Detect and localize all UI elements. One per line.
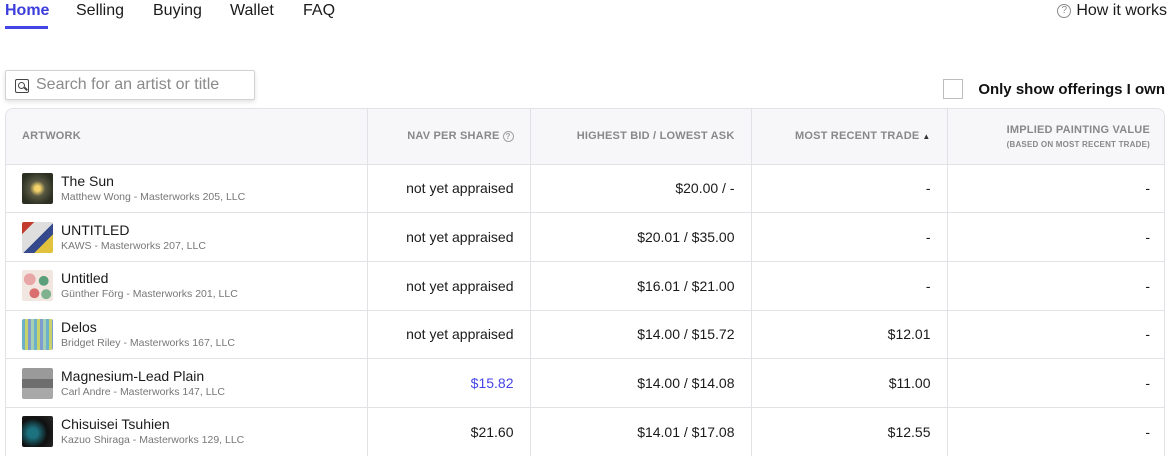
- column-header-nav-per-share[interactable]: NAV PER SHARE?: [367, 109, 531, 165]
- nav-per-share-cell: not yet appraised: [367, 164, 531, 214]
- bid-ask-cell: $20.00 / -: [530, 164, 752, 214]
- implied-value-cell: -: [947, 407, 1164, 456]
- search-icon: [15, 79, 29, 93]
- table-row[interactable]: Untitled Günther Förg - Masterworks 201,…: [6, 261, 1164, 311]
- table-row[interactable]: The Sun Matthew Wong - Masterworks 205, …: [6, 164, 1164, 214]
- artwork-title[interactable]: UNTITLED: [61, 222, 206, 239]
- only-show-owned-filter[interactable]: Only show offerings I own: [943, 79, 1165, 99]
- artwork-artist: Matthew Wong - Masterworks 205, LLC: [61, 190, 246, 203]
- artwork-title[interactable]: Untitled: [61, 270, 238, 287]
- nav-per-share-cell: not yet appraised: [367, 261, 531, 311]
- artwork-title[interactable]: The Sun: [61, 173, 245, 190]
- table-row[interactable]: Chisuisei Tsuhien Kazuo Shiraga - Master…: [6, 407, 1164, 456]
- search-box: [5, 70, 255, 100]
- column-header-bid-ask[interactable]: HIGHEST BID / LOWEST ASK: [530, 109, 752, 165]
- tab-wallet[interactable]: Wallet: [230, 1, 274, 21]
- artwork-artist: Günther Förg - Masterworks 201, LLC: [61, 288, 238, 301]
- artwork-thumbnail[interactable]: [22, 367, 53, 399]
- how-it-works-link[interactable]: ? How it works: [1057, 1, 1167, 21]
- implied-value-cell: -: [947, 358, 1164, 408]
- bid-ask-cell: $14.00 / $14.08: [530, 358, 752, 408]
- implied-value-cell: -: [947, 164, 1164, 214]
- info-icon[interactable]: ?: [502, 131, 514, 143]
- table-row[interactable]: UNTITLED KAWS - Masterworks 207, LLC not…: [6, 212, 1164, 262]
- column-header-implied-value[interactable]: IMPLIED PAINTING VALUE (BASED ON MOST RE…: [947, 109, 1164, 165]
- artwork-thumbnail[interactable]: [22, 172, 53, 204]
- search-input[interactable]: [36, 74, 248, 96]
- nav-per-share-link[interactable]: $15.82: [367, 358, 531, 408]
- marketplace-page: Home Selling Buying Wallet FAQ ? How it …: [0, 0, 1174, 456]
- bid-ask-cell: $16.01 / $21.00: [530, 261, 752, 311]
- artwork-artist: KAWS - Masterworks 207, LLC: [61, 239, 206, 252]
- offerings-table: ARTWORK NAV PER SHARE? HIGHEST BID / LOW…: [5, 108, 1165, 456]
- implied-value-cell: -: [947, 261, 1164, 311]
- only-show-owned-checkbox[interactable]: [943, 79, 964, 99]
- tab-selling[interactable]: Selling: [76, 1, 124, 21]
- implied-value-cell: -: [947, 310, 1164, 360]
- artwork-title[interactable]: Chisuisei Tsuhien: [61, 416, 244, 433]
- artwork-artist: Carl Andre - Masterworks 147, LLC: [61, 385, 225, 398]
- top-nav: Home Selling Buying Wallet FAQ ? How it …: [0, 0, 1174, 34]
- only-show-owned-label: Only show offerings I own: [978, 80, 1165, 98]
- bid-ask-cell: $14.00 / $15.72: [530, 310, 752, 360]
- artwork-thumbnail[interactable]: [22, 416, 53, 448]
- artwork-title[interactable]: Delos: [61, 319, 235, 336]
- table-row[interactable]: Magnesium-Lead Plain Carl Andre - Master…: [6, 358, 1164, 408]
- recent-trade-cell: -: [751, 164, 948, 214]
- column-header-artwork: ARTWORK: [6, 109, 368, 165]
- table-header-row: ARTWORK NAV PER SHARE? HIGHEST BID / LOW…: [6, 109, 1164, 165]
- recent-trade-cell: -: [751, 212, 948, 262]
- sort-ascending-icon[interactable]: ▲: [922, 132, 930, 141]
- bid-ask-cell: $20.01 / $35.00: [530, 212, 752, 262]
- tab-home[interactable]: Home: [5, 1, 49, 21]
- artwork-thumbnail[interactable]: [22, 270, 53, 302]
- column-header-most-recent-trade[interactable]: MOST RECENT TRADE ▲: [751, 109, 948, 165]
- how-it-works-label: How it works: [1076, 2, 1167, 19]
- nav-per-share-cell: $21.60: [367, 407, 531, 456]
- implied-value-cell: -: [947, 212, 1164, 262]
- tab-buying[interactable]: Buying: [153, 1, 202, 21]
- nav-per-share-cell: not yet appraised: [367, 212, 531, 262]
- artwork-title[interactable]: Magnesium-Lead Plain: [61, 368, 225, 385]
- recent-trade-cell: $12.01: [751, 310, 948, 360]
- help-circle-icon: ?: [1057, 4, 1072, 18]
- recent-trade-cell: $12.55: [751, 407, 948, 456]
- artwork-thumbnail[interactable]: [22, 318, 53, 350]
- bid-ask-cell: $14.01 / $17.08: [530, 407, 752, 456]
- active-tab-underline: [5, 26, 48, 29]
- artwork-artist: Kazuo Shiraga - Masterworks 129, LLC: [61, 434, 245, 447]
- recent-trade-cell: $11.00: [751, 358, 948, 408]
- table-row[interactable]: Delos Bridget Riley - Masterworks 167, L…: [6, 310, 1164, 360]
- tab-faq[interactable]: FAQ: [303, 1, 335, 21]
- recent-trade-cell: -: [751, 261, 948, 311]
- implied-value-sublabel: (BASED ON MOST RECENT TRADE): [1006, 139, 1150, 149]
- artwork-artist: Bridget Riley - Masterworks 167, LLC: [61, 336, 235, 349]
- artwork-thumbnail[interactable]: [22, 221, 53, 253]
- nav-per-share-cell: not yet appraised: [367, 310, 531, 360]
